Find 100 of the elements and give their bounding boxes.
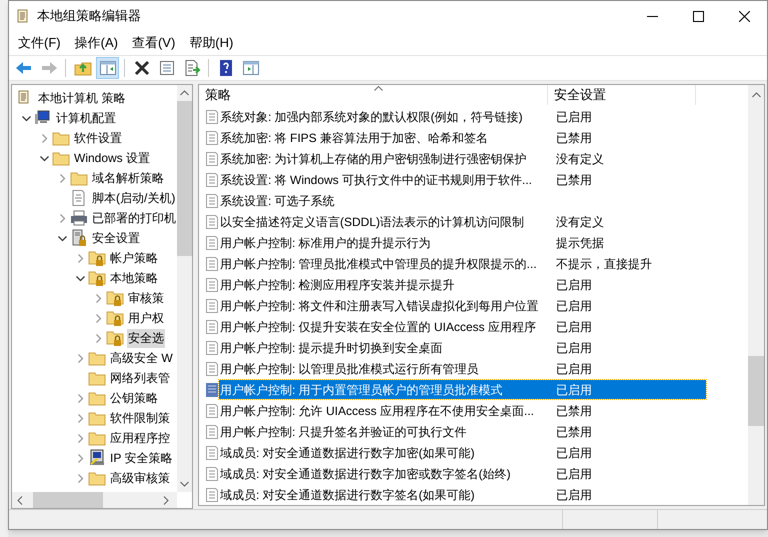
setting-value: 不提示，直接提升	[555, 256, 652, 272]
tree-item[interactable]: 软件限制策	[109, 408, 171, 428]
expand-chevron-icon[interactable]	[75, 452, 86, 464]
policy-name: 系统加密: 将 FIPS 兼容算法用于加密、哈希和签名	[219, 130, 490, 146]
menu-item[interactable]: 操作(A)	[68, 32, 124, 54]
expand-chevron-icon[interactable]	[93, 292, 104, 304]
menu-item[interactable]: 文件(F)	[12, 32, 67, 54]
properties-icon	[158, 59, 176, 77]
setting-value: 已禁用	[555, 424, 592, 440]
tree-item[interactable]: IP 安全策略	[109, 448, 174, 468]
policy-row[interactable]: 用户帐户控制: 标准用户的提升提示行为 提示凭据	[219, 233, 706, 252]
setting-value: 已启用	[555, 444, 592, 462]
policy-row[interactable]: 用户帐户控制: 只提升签名并验证的可执行文件 已禁用	[219, 422, 706, 441]
policy-row[interactable]: 用户帐户控制: 用于内置管理员帐户的管理员批准模式 已启用	[219, 380, 706, 399]
policy-row[interactable]: 系统设置: 将 Windows 可执行文件中的证书规则用于软件... 已禁用	[219, 170, 706, 189]
setting-value: 已启用	[555, 382, 592, 398]
policy-row[interactable]: 用户帐户控制: 提示提升时切换到安全桌面 已启用	[219, 338, 706, 357]
tree-item[interactable]: 高级安全 W	[109, 348, 174, 368]
policy-row[interactable]: 用户帐户控制: 管理员批准模式中管理员的提升权限提示的... 不提示，直接提升	[219, 254, 706, 273]
locked-folder-icon	[106, 289, 124, 307]
tree-item[interactable]: 计算机配置	[55, 108, 117, 128]
expand-chevron-icon[interactable]	[75, 472, 86, 484]
policy-icon	[205, 318, 219, 334]
policy-row[interactable]: 系统加密: 将 FIPS 兼容算法用于加密、哈希和签名 已禁用	[219, 128, 706, 147]
policy-name: 用户帐户控制: 允许 UIAccess 应用程序在不使用安全桌面...	[219, 402, 536, 420]
policy-row[interactable]: 以安全描述符定义语言(SDDL)语法表示的计算机访问限制 没有定义	[219, 212, 706, 231]
policy-icon	[205, 234, 219, 250]
policy-icon	[205, 298, 219, 314]
back-arrow-icon	[14, 59, 32, 77]
policy-name: 用户帐户控制: 以管理员批准模式运行所有管理员	[219, 360, 480, 378]
expand-chevron-icon[interactable]	[93, 332, 104, 344]
maximize-icon	[692, 10, 704, 22]
policy-row[interactable]: 系统设置: 可选子系统	[219, 191, 706, 210]
scroll-up-icon[interactable]	[752, 92, 760, 98]
expand-chevron-icon[interactable]	[75, 352, 86, 364]
horizontal-scrollbar[interactable]	[12, 492, 177, 508]
policy-row[interactable]: 用户帐户控制: 仅提升安装在安全位置的 UIAccess 应用程序 已启用	[219, 317, 706, 336]
tree-item[interactable]: 公钥策略	[109, 388, 159, 408]
tree-item[interactable]: 脚本(启动/关机)	[91, 188, 176, 208]
column-header[interactable]: 策略	[199, 85, 548, 105]
expand-chevron-icon[interactable]	[75, 252, 86, 264]
scroll-right-icon[interactable]	[163, 496, 169, 504]
scroll-up-icon[interactable]	[180, 90, 189, 96]
menu-item[interactable]: 帮助(H)	[183, 32, 240, 54]
scrollbar-thumb[interactable]	[748, 356, 764, 426]
policy-icon	[205, 172, 219, 188]
expand-chevron-icon[interactable]	[75, 412, 86, 424]
policy-name: 域成员: 对安全通道数据进行数字签名(如果可能)	[219, 486, 476, 504]
tree-item[interactable]: 网络列表管	[109, 368, 171, 388]
scroll-down-icon[interactable]	[180, 481, 189, 487]
policy-name: 域成员: 对安全通道数据进行数字加密(如果可能)	[219, 444, 476, 462]
tree-item[interactable]: 本地策略	[109, 268, 159, 288]
tree-item[interactable]: 域名解析策略	[91, 168, 165, 188]
menu-item[interactable]: 查看(V)	[126, 32, 182, 54]
expand-chevron-icon[interactable]	[75, 392, 86, 404]
policy-name: 用户帐户控制: 检测应用程序安装并提示提升	[219, 276, 456, 294]
policy-name: 用户帐户控制: 提示提升时切换到安全桌面	[219, 340, 444, 356]
tree-item[interactable]: 本地计算机 策略	[37, 88, 126, 108]
tree-item[interactable]: 高级审核策	[109, 468, 171, 488]
locked-folder-icon	[88, 269, 106, 287]
tree-item[interactable]: 已部署的打印机	[91, 208, 177, 228]
vertical-scrollbar[interactable]	[748, 85, 764, 505]
expand-chevron-icon[interactable]	[93, 312, 104, 324]
tree-item[interactable]: 用户权	[127, 308, 165, 328]
policy-icon	[205, 150, 219, 166]
computer-key-icon	[88, 449, 106, 467]
policy-icon	[205, 424, 219, 440]
policy-name: 系统对象: 加强内部系统对象的默认权限(例如，符号链接)	[219, 108, 524, 126]
vertical-scrollbar[interactable]	[177, 85, 192, 492]
policy-icon	[205, 214, 219, 230]
policy-row[interactable]: 域成员: 对安全通道数据进行数字签名(如果可能) 已启用	[219, 485, 706, 504]
scrollbar-thumb[interactable]	[177, 101, 192, 256]
delete-icon	[132, 59, 150, 77]
column-header[interactable]: 安全设置	[548, 85, 696, 105]
policy-row[interactable]: 用户帐户控制: 允许 UIAccess 应用程序在不使用安全桌面... 已禁用	[219, 401, 706, 420]
policy-icon	[205, 192, 219, 208]
expand-chevron-icon[interactable]	[57, 212, 68, 224]
expand-chevron-icon[interactable]	[75, 432, 86, 444]
tree-item[interactable]: Windows 设置	[73, 148, 152, 168]
setting-value: 已禁用	[555, 172, 592, 188]
scroll-left-icon[interactable]	[17, 496, 23, 504]
policy-row[interactable]: 用户帐户控制: 检测应用程序安装并提示提升 已启用	[219, 275, 706, 294]
tree-item[interactable]: 帐户策略	[109, 248, 159, 268]
tree-item[interactable]: 安全选	[127, 328, 165, 348]
tree-item[interactable]: 软件设置	[73, 128, 123, 148]
policy-row[interactable]: 系统加密: 为计算机上存储的用户密钥强制进行强密钥保护 没有定义	[219, 149, 706, 168]
tree-item[interactable]: 安全设置	[91, 228, 141, 248]
tree-item[interactable]: 应用程序控	[109, 428, 171, 448]
scrollbar-thumb[interactable]	[33, 492, 103, 508]
policy-row[interactable]: 用户帐户控制: 以管理员批准模式运行所有管理员 已启用	[219, 359, 706, 378]
policy-row[interactable]: 系统对象: 加强内部系统对象的默认权限(例如，符号链接) 已启用	[219, 107, 706, 126]
tree-item[interactable]: 审核策	[127, 288, 165, 308]
expand-chevron-icon[interactable]	[39, 132, 50, 144]
policy-row[interactable]: 用户帐户控制: 将文件和注册表写入错误虚拟化到每用户位置 已启用	[219, 296, 706, 315]
policy-row[interactable]: 域成员: 对安全通道数据进行数字加密(如果可能) 已启用	[219, 443, 706, 462]
setting-value: 已启用	[555, 276, 592, 294]
expand-chevron-icon[interactable]	[57, 172, 68, 184]
policy-name: 域成员: 对安全通道数据进行数字加密或数字签名(始终)	[219, 466, 512, 482]
policy-name: 用户帐户控制: 管理员批准模式中管理员的提升权限提示的...	[219, 256, 538, 272]
policy-row[interactable]: 域成员: 对安全通道数据进行数字加密或数字签名(始终) 已启用	[219, 464, 706, 483]
